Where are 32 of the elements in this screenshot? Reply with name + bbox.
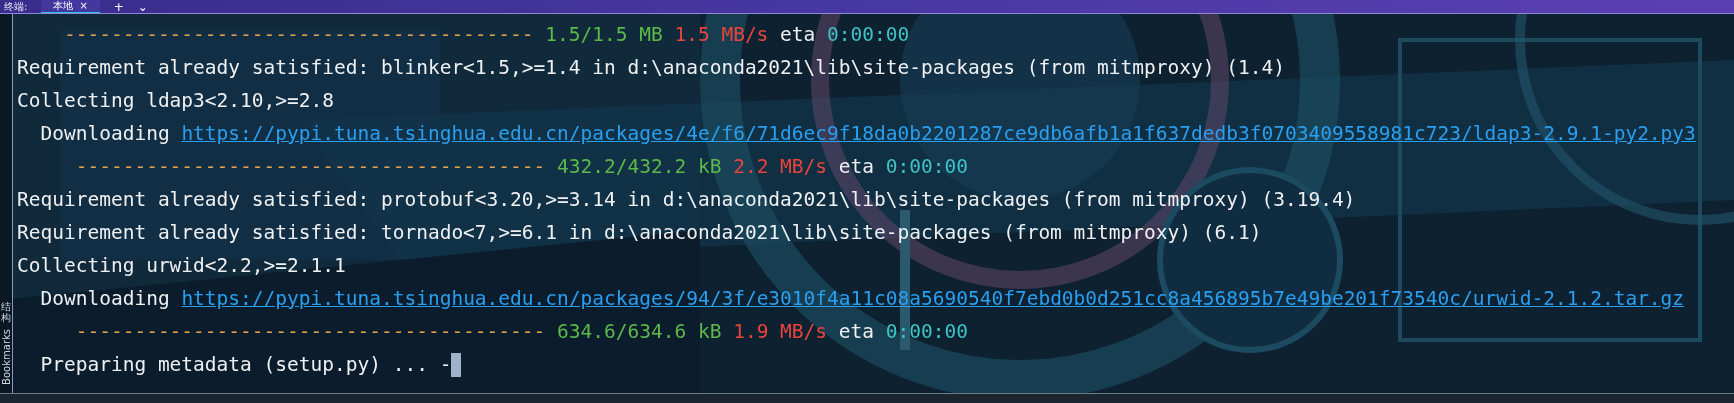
terminal-label: 终端: [4,0,28,13]
download-rate: 2.2 MB/s [732,154,828,180]
eta-time: 0:00:00 [885,154,968,180]
output-text: Requirement already satisfied: tornado<7,>=6.1 in d:\anaconda2021\lib\site-packages (from mitmproxy) (6.1) [17,220,1262,246]
output-text: Requirement already satisfied: blinker<1.5,>=1.4 in d:\anaconda2021\lib\site-packages (from mitmproxy) (1.4) [17,55,1285,81]
output-text: Preparing metadata (setup.py) ... - [39,352,452,378]
output-text: eta [837,319,876,345]
output-text: Collecting urwid<2.2,>=2.1.1 [17,253,346,279]
structure-tab[interactable]: 结构 [1,301,11,324]
progress-dashes-text: ---------------------------------------- [74,154,546,180]
progress-dashes-text: ---------------------------------------- [74,319,546,345]
eta-time: 0:00:00 [885,319,968,345]
download-size: 1.5/1.5 MB [544,22,663,48]
dropdown-icon[interactable]: ⌄ [137,0,148,13]
terminal-tab[interactable]: 本地 × [41,0,100,13]
close-icon[interactable]: × [79,0,88,11]
bookmarks-tab[interactable]: Bookmarks [0,329,12,385]
output-text: eta [837,154,876,180]
output-text: Downloading [39,121,171,147]
download-size: 432.2/432.2 kB [556,154,722,180]
output-text: Collecting ldap3<2.10,>=2.8 [17,88,334,114]
download-size: 634.6/634.6 kB [556,319,722,345]
output-text: Downloading [39,286,171,312]
add-tab-icon[interactable]: + [113,0,124,13]
download-link[interactable]: https://pypi.tuna.tsinghua.edu.cn/packages/94/3f/e3010f4a11c08a5690540f7ebd0b0d251cc8a456895b7e49be201f73540c/urwid-2.1.2.tar.gz [181,282,1685,315]
download-rate: 1.5 MB/s [673,22,769,48]
output-text: Requirement already satisfied: protobuf<3.20,>=3.14 in d:\anaconda2021\lib\site-packages (from mitmproxy) (3.19.4) [17,187,1356,213]
progress-dashes-text: ---------------------------------------- [62,22,534,48]
output-text: eta [779,22,817,48]
eta-time: 0:00:00 [827,22,910,48]
download-link[interactable]: https://pypi.tuna.tsinghua.edu.cn/packages/4e/f6/71d6ec9f18da0b2201287ce9db6afb1a1f637dedb3f0703409558981c723/ldap3-2.9.1-py2.py3 [181,117,1696,150]
download-rate: 1.9 MB/s [732,319,828,345]
